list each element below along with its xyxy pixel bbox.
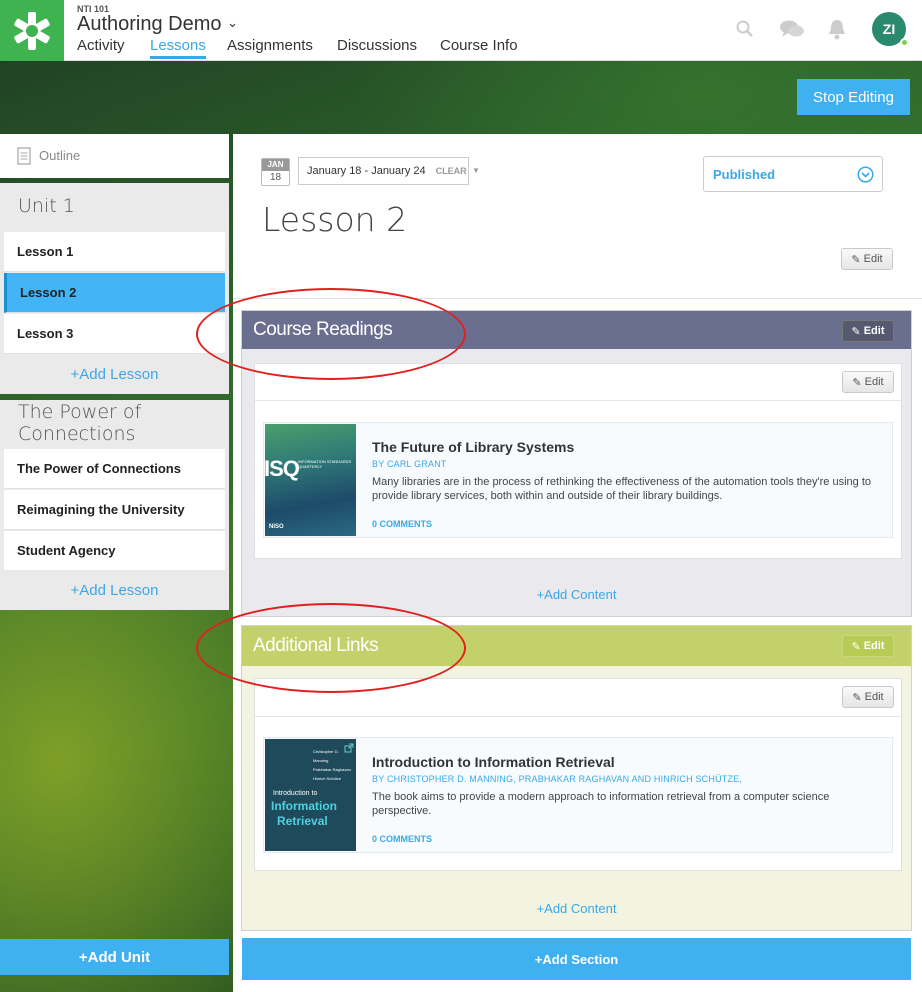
pencil-icon: ✎ (852, 691, 862, 704)
add-unit-button[interactable]: +Add Unit (0, 939, 229, 975)
cover-subtitle: INFORMATION STANDARDS QUARTERLY (298, 459, 352, 469)
edit-label: Edit (863, 640, 885, 652)
isq-cover-image: ISQ INFORMATION STANDARDS QUARTERLY NISO (264, 424, 356, 536)
link-author[interactable]: BY CHRISTOPHER D. MANNING, PRABHAKAR RAG… (372, 774, 742, 784)
cover-title: ISQ (264, 456, 300, 481)
edit-section-button[interactable]: ✎ Edit (842, 320, 894, 342)
edit-section-button[interactable]: ✎ Edit (842, 635, 894, 657)
pencil-icon: ✎ (851, 325, 861, 338)
edit-content-button[interactable]: ✎ Edit (842, 371, 894, 393)
reading-author[interactable]: BY CARL GRANT (372, 459, 447, 469)
sidebar-item-reimagining-university[interactable]: Reimagining the University (4, 490, 225, 530)
sidebar-item-lesson-3[interactable]: Lesson 3 (4, 314, 225, 354)
outline-header[interactable]: Outline (0, 134, 229, 178)
cover-line3: Retrieval (277, 814, 328, 828)
section-header: Course Readings (242, 311, 911, 349)
tab-lessons[interactable]: Lessons (150, 37, 206, 59)
link-card[interactable]: Christopher D. Manning Prabhakar Raghava… (263, 737, 893, 853)
section-additional-links: Additional Links ✎ Edit ✎ Edit Christopher… (241, 625, 912, 931)
tab-course-info[interactable]: Course Info (440, 37, 518, 54)
content-block: ✎ Edit Christopher D. Manning Prabhakar R… (254, 678, 902, 871)
lesson-title: Lesson 2 (262, 200, 408, 239)
publish-status-select[interactable]: Published (703, 156, 883, 192)
app-logo[interactable] (0, 0, 64, 61)
pencil-icon: ✎ (851, 640, 861, 653)
comments-link[interactable]: 0 COMMENTS (372, 834, 432, 844)
pencil-icon: ✎ (851, 253, 861, 266)
link-description: The book aims to provide a modern approa… (372, 791, 830, 817)
comments-link[interactable]: 0 COMMENTS (372, 519, 432, 529)
section-title: Additional Links (253, 635, 379, 656)
date-range-text: January 18 - January 24 (307, 165, 426, 177)
divider (233, 298, 922, 299)
date-badge-month: JAN (262, 159, 289, 171)
edit-label: Edit (864, 376, 884, 388)
unit-2-title[interactable]: The Power of Connections (0, 400, 229, 445)
tab-activity[interactable]: Activity (77, 37, 125, 54)
section-course-readings: Course Readings ✎ Edit ✎ Edit ISQ INFORMAT… (241, 310, 912, 617)
sidebar-item-power-of-connections[interactable]: The Power of Connections (4, 449, 225, 489)
chevron-down-icon: ⌄ (227, 15, 238, 30)
edit-lesson-button[interactable]: ✎ Edit (841, 248, 893, 270)
content-block: ✎ Edit ISQ INFORMATION STANDARDS QUARTERL… (254, 363, 902, 559)
online-status-dot (900, 38, 909, 47)
section-title: Course Readings (253, 319, 393, 340)
sidebar-item-lesson-2[interactable]: Lesson 2 (4, 273, 225, 313)
add-content-button[interactable]: +Add Content (242, 587, 911, 602)
cover-line2: Information (271, 799, 337, 813)
ir-book-cover-image: Christopher D. Manning Prabhakar Raghava… (265, 739, 356, 851)
edit-label: Edit (863, 253, 883, 265)
nextthought-logo-icon (14, 11, 50, 50)
caret-down-icon[interactable]: ▼ (472, 166, 480, 175)
cover-author: Hinrich Schütze (313, 776, 342, 781)
reading-card[interactable]: ISQ INFORMATION STANDARDS QUARTERLY NISO… (263, 422, 893, 538)
course-title: Authoring Demo (77, 13, 222, 35)
outline-label: Outline (39, 148, 81, 163)
calendar-icon: JAN 18 (261, 158, 290, 186)
bell-icon[interactable] (827, 18, 847, 40)
date-badge-day: 18 (269, 172, 282, 183)
publish-status-value: Published (713, 166, 776, 182)
cover-author: Prabhakar Raghavan (313, 767, 351, 772)
clear-date-button[interactable]: CLEAR (436, 166, 467, 176)
add-lesson-button[interactable]: +Add Lesson (0, 570, 229, 610)
cover-line1: Introduction to (273, 790, 318, 797)
section-header: Additional Links (242, 626, 911, 666)
external-link-icon (344, 740, 354, 758)
tab-assignments[interactable]: Assignments (227, 37, 313, 54)
sidebar-item-lesson-1[interactable]: Lesson 1 (4, 232, 225, 272)
reading-title[interactable]: The Future of Library Systems (372, 439, 574, 455)
cover-footer: NISO (269, 524, 284, 530)
edit-content-button[interactable]: ✎ Edit (842, 686, 894, 708)
reading-description: Many libraries are in the process of ret… (372, 476, 872, 502)
stop-editing-button[interactable]: Stop Editing (797, 79, 910, 115)
date-range-picker[interactable]: January 18 - January 24 CLEAR (298, 157, 469, 185)
top-bar: NTI 101 Authoring Demo ⌄ Activity Lesson… (0, 0, 922, 61)
divider (255, 400, 901, 401)
chat-icon[interactable] (779, 19, 805, 39)
tab-discussions[interactable]: Discussions (337, 37, 417, 54)
outline-icon (17, 147, 31, 170)
search-icon[interactable] (736, 20, 754, 38)
link-title[interactable]: Introduction to Information Retrieval (372, 754, 615, 770)
edit-label: Edit (864, 691, 884, 703)
add-lesson-button[interactable]: +Add Lesson (0, 354, 229, 394)
unit-1-title[interactable]: Unit 1 (0, 183, 229, 228)
edit-label: Edit (863, 325, 885, 337)
pencil-icon: ✎ (852, 376, 862, 389)
chevron-down-circle-icon (857, 166, 874, 186)
add-section-button[interactable]: +Add Section (242, 938, 911, 980)
add-content-button[interactable]: +Add Content (242, 901, 911, 916)
course-title-dropdown[interactable]: Authoring Demo ⌄ (77, 13, 238, 36)
divider (255, 716, 901, 717)
sidebar-item-student-agency[interactable]: Student Agency (4, 531, 225, 571)
